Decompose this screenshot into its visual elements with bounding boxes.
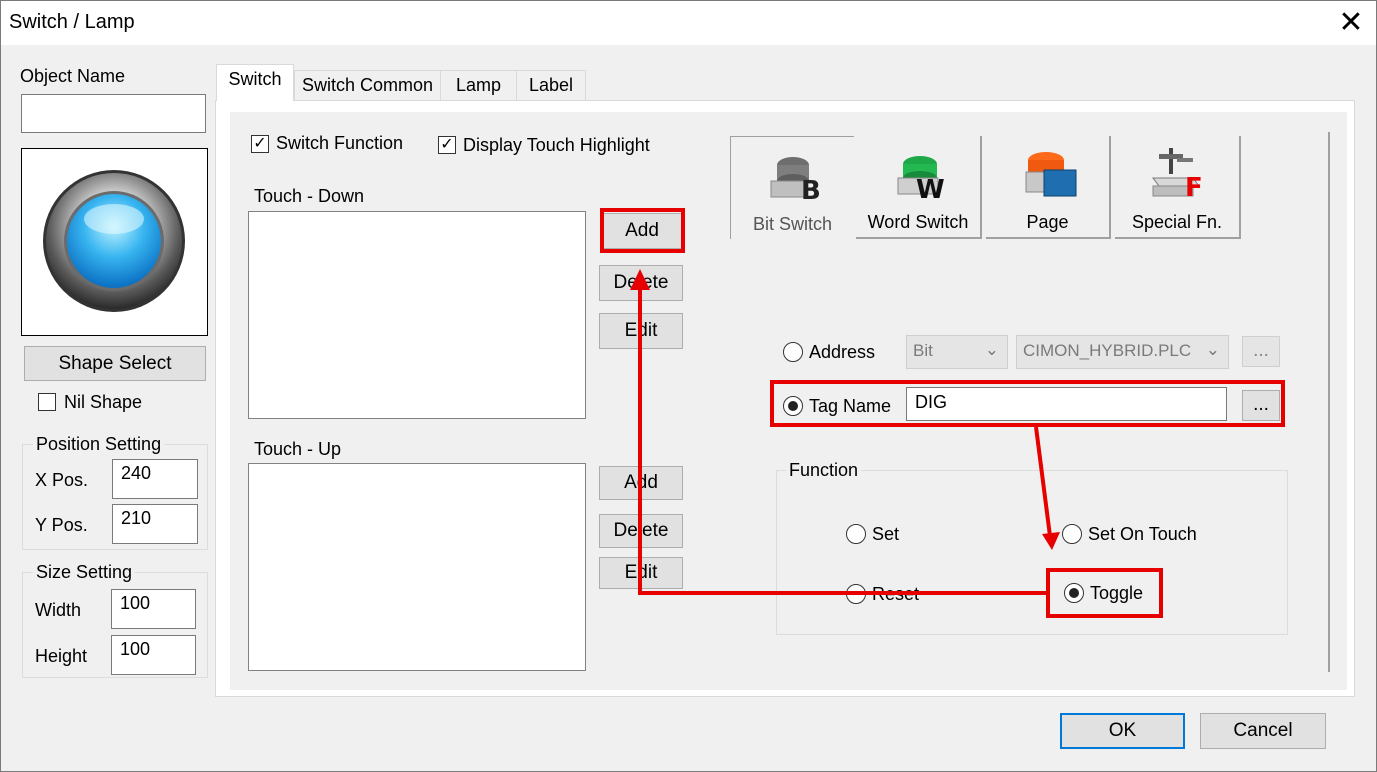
address-type-value: Bit: [913, 341, 933, 360]
set-radio[interactable]: [846, 524, 866, 544]
shape-preview: [21, 148, 208, 336]
y-pos-input[interactable]: 210: [112, 504, 198, 544]
scroll-divider: [1328, 132, 1330, 672]
svg-text:B: B: [801, 176, 821, 205]
close-icon[interactable]: ✕: [1337, 7, 1365, 39]
dialog-title: Switch / Lamp: [9, 11, 135, 33]
page-label: Page: [1026, 212, 1069, 232]
address-label: Address: [809, 342, 876, 362]
height-label: Height: [35, 646, 88, 666]
x-pos-label: X Pos.: [35, 470, 89, 490]
tab-switch[interactable]: Switch: [216, 64, 294, 101]
nil-shape-label: Nil Shape: [64, 392, 143, 412]
ok-button[interactable]: OK: [1060, 713, 1185, 749]
height-input[interactable]: 100: [111, 635, 196, 675]
tag-name-highlight-box: [770, 380, 1285, 427]
switch-function-label: Switch Function: [276, 133, 404, 153]
touch-down-label: Touch - Down: [254, 186, 365, 206]
touch-down-delete-button[interactable]: Delete: [599, 265, 683, 301]
display-touch-highlight-label: Display Touch Highlight: [463, 135, 650, 155]
address-radio[interactable]: [783, 342, 803, 362]
object-name-input[interactable]: [21, 94, 206, 133]
word-switch-icon: W: [897, 156, 945, 204]
toggle-highlight-box: [1046, 568, 1163, 618]
plc-value: CIMON_HYBRID.PLC: [1023, 341, 1192, 360]
width-label: Width: [35, 600, 82, 620]
special-fn-label: Special Fn.: [1131, 212, 1223, 232]
width-input[interactable]: 100: [111, 589, 196, 629]
cancel-button[interactable]: Cancel: [1200, 713, 1326, 749]
title-bar: Switch / Lamp ✕: [1, 1, 1376, 45]
touch-up-list[interactable]: [248, 463, 586, 671]
word-switch-button[interactable]: W Word Switch: [856, 136, 982, 239]
page-button[interactable]: Page: [986, 136, 1111, 239]
y-pos-label: Y Pos.: [35, 515, 88, 535]
reset-radio[interactable]: [846, 584, 866, 604]
bit-switch-label: Bit Switch: [752, 214, 833, 234]
lamp-shape-icon: [43, 170, 185, 312]
touch-down-list[interactable]: [248, 211, 586, 419]
bit-switch-button[interactable]: B Bit Switch: [730, 136, 854, 239]
add-highlight-box: [600, 208, 685, 253]
set-on-touch-label: Set On Touch: [1088, 524, 1197, 544]
tab-switch-common[interactable]: Switch Common: [294, 70, 441, 100]
shape-select-button[interactable]: Shape Select: [24, 346, 206, 381]
address-type-select[interactable]: Bit ⌄: [906, 335, 1008, 369]
page-switch-icon: [1025, 152, 1077, 197]
svg-text:W: W: [916, 175, 945, 204]
object-name-label: Object Name: [20, 66, 126, 86]
size-setting-label: Size Setting: [33, 562, 136, 583]
special-fn-button[interactable]: F Special Fn.: [1115, 136, 1241, 239]
address-browse-button[interactable]: ...: [1242, 336, 1280, 367]
tab-label[interactable]: Label: [516, 70, 586, 100]
chevron-down-icon: ⌄: [1205, 340, 1220, 359]
display-touch-highlight-checkbox[interactable]: ✓: [438, 136, 456, 154]
touch-up-add-button[interactable]: Add: [599, 466, 683, 500]
bit-switch-icon: B: [770, 157, 821, 205]
touch-up-edit-button[interactable]: Edit: [599, 557, 683, 589]
plc-select[interactable]: CIMON_HYBRID.PLC ⌄: [1016, 335, 1229, 369]
svg-text:F: F: [1185, 173, 1203, 203]
position-setting-label: Position Setting: [33, 434, 165, 455]
set-on-touch-radio[interactable]: [1062, 524, 1082, 544]
function-group: [776, 470, 1288, 635]
touch-up-label: Touch - Up: [254, 439, 342, 459]
nil-shape-checkbox[interactable]: [38, 393, 56, 411]
touch-up-delete-button[interactable]: Delete: [599, 514, 683, 548]
function-group-label: Function: [786, 460, 862, 481]
set-label: Set: [872, 524, 900, 544]
touch-down-edit-button[interactable]: Edit: [599, 313, 683, 349]
switch-function-checkbox[interactable]: ✓: [251, 135, 269, 153]
reset-label: Reset: [872, 584, 920, 604]
tab-lamp[interactable]: Lamp: [440, 70, 517, 100]
special-fn-icon: F: [1152, 148, 1203, 203]
chevron-down-icon: ⌄: [984, 340, 999, 359]
x-pos-input[interactable]: 240: [112, 459, 198, 499]
word-switch-label: Word Switch: [867, 212, 969, 232]
